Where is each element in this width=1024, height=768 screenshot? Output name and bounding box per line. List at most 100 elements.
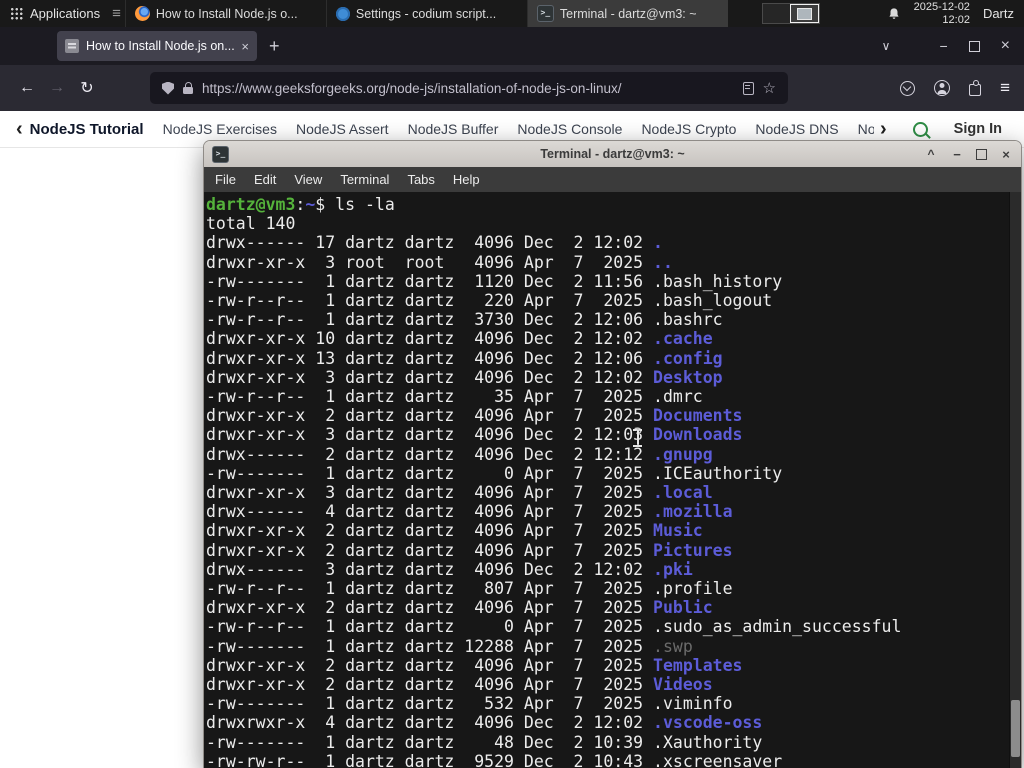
file-name: Documents	[653, 406, 743, 426]
terminal-close-button[interactable]: ×	[999, 147, 1013, 162]
file-meta: -rw-r--r-- 1 dartz dartz 35 Apr 7 2025	[206, 387, 654, 407]
file-name: ..	[653, 252, 673, 272]
terminal-output[interactable]: dartz@vm3:~$ ls -la total 140 drwx------ 1…	[204, 192, 1009, 768]
terminal-shade-button[interactable]: ^	[924, 147, 938, 161]
terminal-menu-file[interactable]: File	[206, 169, 245, 190]
file-name: .bash_logout	[653, 291, 773, 311]
terminal-listing-row: drwxr-xr-x 10 dartz dartz 4096 Dec 2 12:…	[206, 329, 1009, 348]
terminal-title: Terminal - dartz@vm3: ~	[540, 147, 685, 161]
total-line: total 140	[206, 214, 296, 234]
site-nav-link[interactable]: NodeJS Exercises	[163, 121, 277, 137]
file-meta: drwxr-xr-x 2 dartz dartz 4096 Apr 7 2025	[206, 675, 654, 695]
terminal-menu-edit[interactable]: Edit	[245, 169, 285, 190]
applications-menu[interactable]: Applications	[0, 0, 110, 27]
account-icon[interactable]	[934, 80, 951, 96]
terminal-menu-view[interactable]: View	[285, 169, 331, 190]
terminal-listing-row: drwxrwxr-x 4 dartz dartz 4096 Dec 2 12:0…	[206, 713, 1009, 732]
terminal-listing-row: drwx------ 3 dartz dartz 4096 Dec 2 12:0…	[206, 560, 1009, 579]
terminal-scrollbar[interactable]	[1009, 192, 1021, 768]
nav-scroll-right-icon[interactable]: ›	[880, 119, 887, 139]
panel-clock[interactable]: 2025-12-02 12:02	[914, 1, 970, 26]
url-bar[interactable]: https://www.geeksforgeeks.org/node-js/in…	[150, 72, 788, 104]
search-icon[interactable]	[912, 121, 928, 137]
file-meta: drwxr-xr-x 2 dartz dartz 4096 Apr 7 2025	[206, 540, 654, 560]
prompt-path: ~	[305, 195, 316, 214]
site-nav-link[interactable]: NodeJS Buffer	[408, 121, 499, 137]
system-tray: 2025-12-02 12:02 Dartz	[887, 1, 1024, 26]
terminal-menu-terminal[interactable]: Terminal	[331, 169, 398, 190]
terminal-menu-tabs[interactable]: Tabs	[398, 169, 443, 190]
sign-in-button[interactable]: Sign In	[954, 121, 1002, 137]
panel-window-button[interactable]: Settings - codium script...	[325, 0, 527, 27]
site-nav-link[interactable]: Node	[858, 121, 874, 137]
applications-label: Applications	[30, 6, 101, 21]
notifications-bell-icon[interactable]	[887, 7, 901, 21]
forward-button[interactable]: →	[42, 73, 72, 103]
workspace-1[interactable]	[763, 4, 790, 23]
file-name: .cache	[653, 329, 713, 349]
back-button[interactable]: ←	[12, 73, 42, 103]
list-tabs-icon[interactable]: ∨	[882, 39, 891, 53]
terminal-listing-row: -rw-rw-r-- 1 dartz dartz 9529 Dec 2 10:4…	[206, 752, 1009, 768]
tracking-shield-icon[interactable]	[162, 81, 174, 95]
extensions-icon[interactable]	[969, 80, 982, 96]
terminal-menubar: File Edit View Terminal Tabs Help	[204, 167, 1021, 192]
file-name: .Xauthority	[653, 732, 763, 752]
file-meta: drwxr-xr-x 3 root root 4096 Apr 7 2025	[206, 252, 654, 272]
app-menu-icon[interactable]: ≡	[1000, 78, 1010, 98]
file-meta: drwxr-xr-x 3 dartz dartz 4096 Dec 2 12:0…	[206, 367, 654, 387]
user-menu[interactable]: Dartz	[983, 6, 1014, 21]
file-meta: drwxr-xr-x 2 dartz dartz 4096 Apr 7 2025	[206, 655, 654, 675]
window-close-button[interactable]: ×	[1001, 37, 1010, 55]
file-name: Templates	[653, 655, 743, 675]
new-tab-button[interactable]: +	[269, 36, 280, 57]
site-nav-links: NodeJS Exercises NodeJS Assert NodeJS Buff…	[163, 121, 874, 137]
file-name: Public	[653, 598, 713, 618]
panel-window-button[interactable]: Terminal - dartz@vm3: ~	[526, 0, 728, 27]
nav-scroll-left-icon[interactable]: ‹	[16, 119, 23, 139]
clock-time: 12:02	[942, 13, 970, 26]
terminal-menu-help[interactable]: Help	[444, 169, 489, 190]
prompt-separator: :	[295, 195, 306, 214]
pocket-icon[interactable]	[900, 80, 916, 96]
site-nav-link[interactable]: NodeJS Crypto	[641, 121, 736, 137]
lock-icon[interactable]	[183, 82, 193, 94]
reader-mode-icon[interactable]	[742, 81, 754, 95]
workspace-2[interactable]	[789, 4, 819, 23]
top-panel: Applications ≡ How to Install Node.js o.…	[0, 0, 1024, 27]
terminal-listing-row: drwxr-xr-x 2 dartz dartz 4096 Apr 7 2025…	[206, 675, 1009, 694]
url-text[interactable]: https://www.geeksforgeeks.org/node-js/in…	[202, 81, 734, 96]
file-name: Music	[653, 521, 703, 541]
terminal-minimize-button[interactable]: −	[950, 147, 964, 162]
site-nav-link[interactable]: NodeJS Assert	[296, 121, 389, 137]
terminal-titlebar[interactable]: Terminal - dartz@vm3: ~ ^ − ×	[204, 141, 1021, 167]
window-minimize-button[interactable]: −	[939, 38, 947, 54]
file-name: .ICEauthority	[653, 463, 783, 483]
terminal-listing-row: -rw-r--r-- 1 dartz dartz 3730 Dec 2 12:0…	[206, 310, 1009, 329]
tab-favicon-icon	[65, 39, 79, 53]
file-meta: -rw------- 1 dartz dartz 48 Dec 2 10:39	[206, 732, 654, 752]
scrollbar-thumb[interactable]	[1011, 700, 1020, 757]
file-name: .dmrc	[653, 387, 703, 407]
file-meta: drwx------ 3 dartz dartz 4096 Dec 2 12:0…	[206, 559, 654, 579]
site-nav-primary[interactable]: NodeJS Tutorial	[30, 121, 144, 138]
window-maximize-button[interactable]	[968, 40, 980, 52]
terminal-maximize-button[interactable]	[976, 148, 987, 160]
file-name: .local	[653, 483, 713, 503]
workspace-switcher[interactable]	[761, 3, 820, 24]
reload-button[interactable]: ↻	[72, 73, 102, 103]
panel-window-button[interactable]: How to Install Node.js o...	[124, 0, 326, 27]
file-name: .config	[653, 348, 723, 368]
file-name: Downloads	[653, 425, 743, 445]
tab-close-icon[interactable]: ×	[241, 39, 249, 54]
panel-window-buttons: How to Install Node.js o... Settings - co…	[124, 0, 728, 27]
site-nav-link[interactable]: NodeJS DNS	[755, 121, 838, 137]
browser-tab[interactable]: How to Install Node.js on... ×	[57, 31, 257, 61]
terminal-listing-row: -rw-r--r-- 1 dartz dartz 807 Apr 7 2025 …	[206, 579, 1009, 598]
file-meta: -rw------- 1 dartz dartz 532 Apr 7 2025	[206, 694, 654, 714]
bookmark-star-icon[interactable]: ☆	[763, 79, 776, 97]
site-nav-link[interactable]: NodeJS Console	[517, 121, 622, 137]
file-meta: -rw-r--r-- 1 dartz dartz 807 Apr 7 2025	[206, 579, 654, 599]
window-list-icon[interactable]: ≡	[112, 5, 121, 22]
file-meta: drwxr-xr-x 13 dartz dartz 4096 Dec 2 12:…	[206, 348, 654, 368]
